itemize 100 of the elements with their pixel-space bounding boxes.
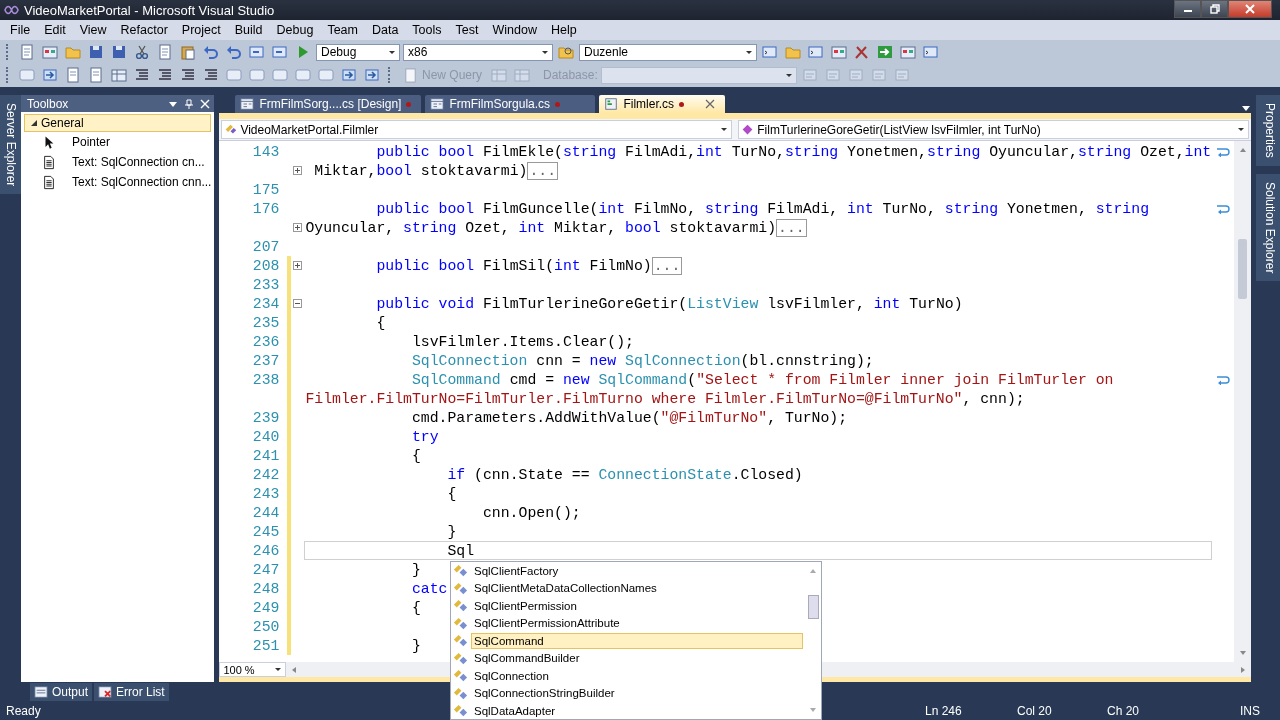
new-project-icon[interactable] — [19, 44, 35, 60]
output-window-icon — [34, 685, 48, 699]
copy-icon[interactable] — [157, 44, 173, 60]
completion-item[interactable]: SqlConnection — [471, 667, 803, 684]
scroll-down-icon[interactable] — [809, 706, 817, 714]
tab-list-icon[interactable] — [1241, 103, 1252, 113]
menu-item[interactable]: File — [3, 23, 38, 37]
toolbox-item[interactable]: Text: SqlConnection cn... — [71, 155, 205, 169]
close-button[interactable] — [1228, 0, 1272, 18]
expand-icon[interactable] — [293, 223, 303, 232]
toolbar-icon[interactable] — [111, 67, 127, 83]
completion-item[interactable]: SqlClientMetaDataCollectionNames — [471, 580, 803, 597]
open-folder-icon[interactable] — [65, 44, 81, 60]
completion-item[interactable]: SqlCommand — [471, 632, 803, 649]
find-in-files-icon[interactable] — [558, 44, 574, 60]
panel-title: Toolbox — [26, 96, 70, 111]
save-icon[interactable] — [88, 44, 104, 60]
tool-window-tab[interactable]: Output — [30, 683, 93, 701]
paste-icon[interactable] — [180, 44, 196, 60]
toolbar-icon[interactable] — [88, 67, 104, 83]
scroll-thumb[interactable] — [807, 595, 819, 619]
toolbar-icon[interactable] — [42, 67, 58, 83]
restore-button[interactable] — [1201, 0, 1228, 18]
line-number: 240 — [251, 428, 280, 445]
class-icon — [224, 123, 238, 136]
indent-icon[interactable] — [157, 67, 173, 83]
minimize-button[interactable] — [1174, 0, 1201, 18]
collapse-icon[interactable] — [293, 299, 303, 308]
folder-icon[interactable] — [785, 44, 801, 60]
toolbox-item[interactable]: Pointer — [71, 135, 110, 149]
class-icon — [453, 615, 468, 631]
menu-item[interactable]: Team — [320, 23, 365, 37]
side-tab[interactable]: Properties — [1256, 95, 1280, 166]
vertical-scrollbar[interactable] — [1234, 141, 1252, 662]
member-dropdown[interactable]: FilmTurlerineGoreGetir(ListView lsvFilmler, int TurNo) — [738, 120, 1250, 139]
document-tab[interactable]: FrmFilmSorg....cs [Design] — [235, 95, 422, 113]
undo-icon[interactable] — [203, 44, 219, 60]
window-icon[interactable] — [226, 67, 242, 83]
bookmark-icon[interactable] — [364, 67, 380, 83]
document-icon — [403, 67, 418, 83]
code-line: } — [446, 523, 457, 540]
menu-item[interactable]: Tools — [405, 23, 449, 37]
save-all-icon[interactable] — [111, 44, 127, 60]
completion-item[interactable]: SqlClientPermission — [471, 597, 803, 614]
completion-item[interactable]: SqlConnectionStringBuilder — [471, 685, 803, 702]
menu-item[interactable]: View — [72, 23, 114, 37]
scroll-thumb[interactable] — [1238, 239, 1248, 299]
toolbox-item[interactable]: Text: SqlConnection cnn... — [71, 175, 212, 189]
completion-item[interactable]: SqlCommandBuilder — [471, 650, 803, 667]
side-tab[interactable]: Server Explorer — [0, 95, 21, 195]
scroll-down-icon[interactable] — [1238, 649, 1247, 657]
toolbar-icon[interactable] — [65, 67, 81, 83]
menu-item[interactable]: Build — [227, 23, 270, 37]
completion-item[interactable]: SqlClientFactory — [471, 562, 803, 579]
scroll-up-icon[interactable] — [809, 567, 817, 575]
zoom-dropdown[interactable]: 100 % — [219, 662, 287, 677]
find-dropdown[interactable]: Duzenle — [579, 43, 757, 61]
side-tab[interactable]: Solution Explorer — [1256, 173, 1280, 282]
menu-item[interactable]: Debug — [269, 23, 321, 37]
class-icon — [453, 633, 468, 649]
menu-item[interactable]: Help — [543, 23, 584, 37]
add-item-icon[interactable] — [42, 44, 58, 60]
document-tab[interactable]: Filmler.cs — [599, 95, 726, 113]
grid-icon[interactable] — [900, 44, 916, 60]
menu-item[interactable]: Project — [174, 23, 228, 37]
bookmark-icon[interactable] — [341, 67, 357, 83]
menu-item[interactable]: Data — [364, 23, 406, 37]
class-icon — [453, 650, 468, 666]
completion-item[interactable]: SqlDataAdapter — [471, 702, 803, 719]
pin-icon[interactable] — [184, 98, 195, 109]
scroll-left-icon[interactable] — [290, 665, 299, 674]
scroll-up-icon[interactable] — [1238, 146, 1247, 154]
outdent-icon[interactable] — [134, 67, 150, 83]
close-icon[interactable] — [705, 99, 716, 109]
tool-window-tab[interactable]: Error List — [94, 683, 169, 701]
menu-item[interactable]: Window — [485, 23, 544, 37]
platform-dropdown[interactable]: x86 — [403, 43, 553, 61]
expand-icon[interactable] — [293, 261, 303, 270]
window-icon[interactable] — [808, 44, 824, 60]
expand-icon[interactable] — [293, 166, 303, 175]
cut-icon[interactable] — [134, 44, 150, 60]
uncomment-icon[interactable] — [203, 67, 219, 83]
command-window-icon[interactable] — [923, 44, 939, 60]
menu-item[interactable]: Refactor — [113, 23, 175, 37]
character-indicator: Ch 20 — [1107, 704, 1141, 718]
import-icon[interactable] — [877, 44, 893, 60]
comment-icon[interactable] — [180, 67, 196, 83]
code-line: public bool FilmGuncelle(int FilmNo, string FilmAdi, int TurNo, string Yonetmen, string — [375, 200, 1149, 217]
completion-item[interactable]: SqlClientPermissionAttribute — [471, 615, 803, 632]
document-tab[interactable]: FrmFilmSorgula.cs — [425, 95, 596, 113]
code-line: } — [410, 637, 421, 654]
configuration-dropdown[interactable]: Debug — [316, 43, 400, 61]
code-line: lsvFilmler.Items.Clear(); — [410, 333, 634, 350]
line-number: 243 — [251, 485, 280, 502]
menu-item[interactable]: Test — [448, 23, 486, 37]
error-list-icon — [98, 685, 113, 699]
column-indicator: Col 20 — [1017, 704, 1053, 718]
menu-item[interactable]: Edit — [37, 23, 73, 37]
toolbox-group[interactable]: General — [23, 114, 212, 132]
type-dropdown[interactable]: VideoMarketPortal.Filmler — [221, 120, 733, 139]
